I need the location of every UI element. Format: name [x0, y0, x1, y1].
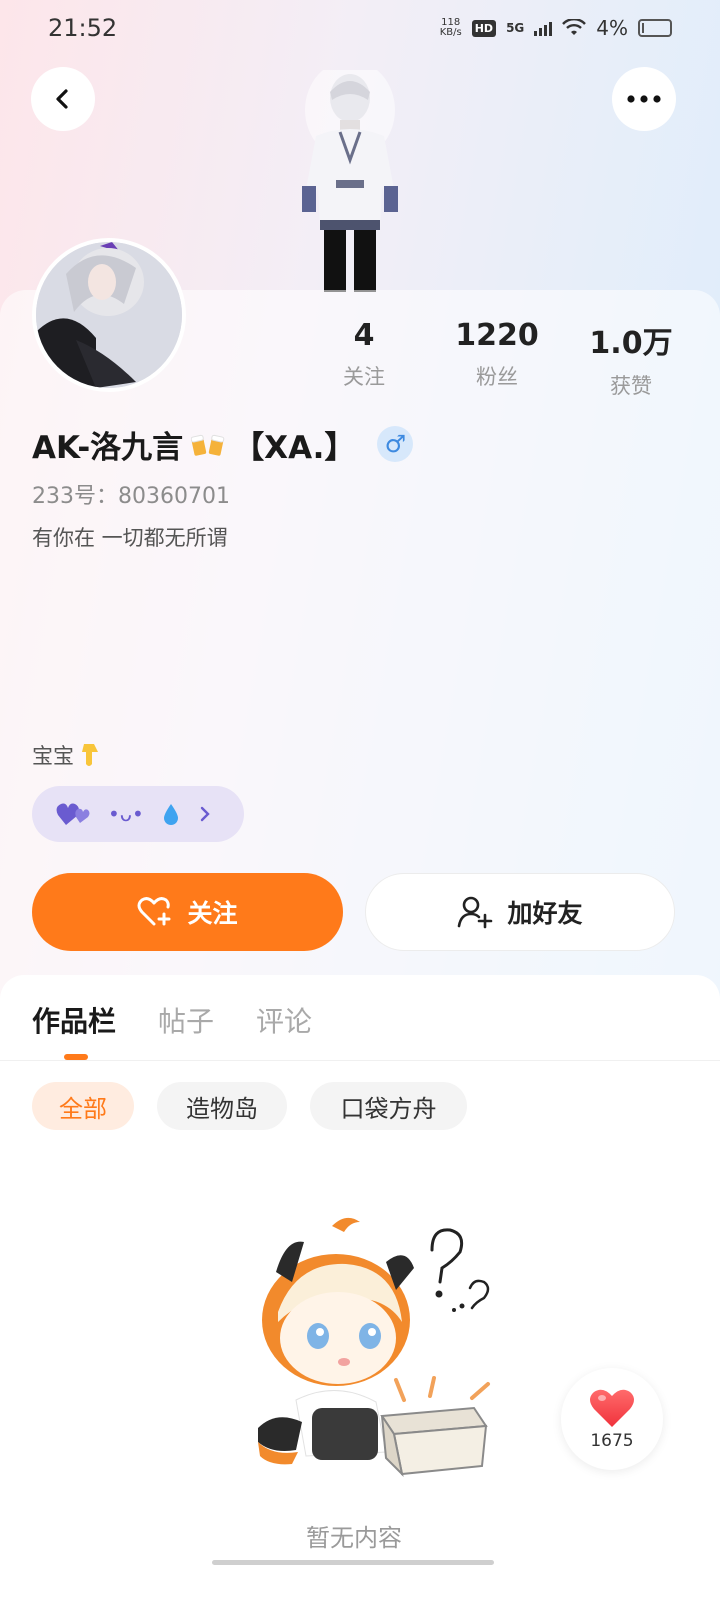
more-button[interactable] — [612, 67, 676, 131]
tab-comments[interactable]: 评论 — [256, 1000, 312, 1040]
droplet-icon — [163, 804, 178, 825]
tab-works[interactable]: 作品栏 — [32, 1000, 116, 1040]
filter-chip-all[interactable]: 全部 — [32, 1082, 134, 1130]
follow-button-label: 关注 — [187, 899, 238, 928]
add-friend-button-label: 加好友 — [507, 899, 583, 928]
pill-text: •ᴗ• — [108, 802, 144, 826]
like-count: 1675 — [590, 1431, 634, 1451]
tagline-text: 宝宝 — [32, 744, 74, 768]
following-count: 4 — [353, 318, 375, 353]
avatar[interactable] — [32, 238, 186, 392]
male-gender-icon: ♂ — [377, 426, 414, 462]
stat-followers[interactable]: 1220 粉丝 — [437, 318, 557, 391]
stat-likes[interactable]: 1.0万 获赞 — [571, 318, 691, 400]
battery-icon — [638, 19, 672, 37]
status-bar: 21:52 118 KB/s HD 5G 4% — [0, 0, 720, 56]
character-figure-image — [302, 70, 398, 292]
filter-chip-creation-island[interactable]: 造物岛 — [157, 1082, 287, 1130]
more-dots-icon — [627, 95, 661, 103]
hd-badge: HD — [471, 19, 497, 37]
followers-label: 粉丝 — [476, 365, 518, 389]
status-time: 21:52 — [48, 14, 118, 42]
filter-chip-pocket-ark[interactable]: 口袋方舟 — [310, 1082, 467, 1130]
beer-cheers-icon — [191, 434, 225, 456]
likes-count: 1.0万 — [589, 326, 673, 361]
wifi-icon — [562, 19, 587, 35]
net-speed: 118 KB/s — [439, 17, 462, 38]
username-suffix: 【XA.】 — [233, 429, 356, 466]
home-indicator[interactable] — [212, 1560, 494, 1565]
add-friend-button[interactable]: 加好友 — [365, 873, 675, 951]
chevron-right-icon — [200, 806, 210, 822]
content-tabs: 作品栏 帖子 评论 — [32, 1000, 312, 1040]
status-pill[interactable]: •ᴗ• — [32, 786, 244, 842]
empty-state-text: 暂无内容 — [306, 1524, 402, 1552]
following-label: 关注 — [343, 365, 385, 389]
purple-heart-icon — [56, 803, 90, 825]
chevron-left-icon — [56, 89, 68, 109]
bio-text: 有你在 一切都无所谓 — [32, 526, 228, 550]
heart-plus-icon — [137, 897, 171, 926]
username: AK-洛九言 【XA.】 ♂ — [32, 423, 414, 466]
follow-button[interactable]: 关注 — [32, 873, 343, 951]
floating-like-button[interactable]: 1675 — [561, 1368, 663, 1470]
avatar-image — [36, 242, 182, 388]
signal-icon — [534, 20, 553, 36]
followers-count: 1220 — [455, 318, 539, 353]
battery-percent: 4% — [596, 16, 628, 40]
network-type: 5G — [506, 21, 525, 35]
add-person-icon — [458, 896, 493, 929]
tabs-divider — [0, 1060, 720, 1061]
pointing-down-hand-icon — [82, 744, 98, 766]
tab-posts[interactable]: 帖子 — [158, 1000, 214, 1040]
status-icons: 118 KB/s HD 5G 4% — [440, 16, 672, 40]
username-text: AK-洛九言 — [32, 429, 184, 466]
empty-state-illustration — [258, 1217, 490, 1478]
tagline: 宝宝 — [32, 740, 102, 770]
stat-following[interactable]: 4 关注 — [304, 318, 424, 391]
heart-icon — [590, 1389, 634, 1427]
back-button[interactable] — [31, 67, 95, 131]
likes-label: 获赞 — [610, 374, 652, 398]
user-id[interactable]: 233号：80360701 — [32, 478, 230, 510]
